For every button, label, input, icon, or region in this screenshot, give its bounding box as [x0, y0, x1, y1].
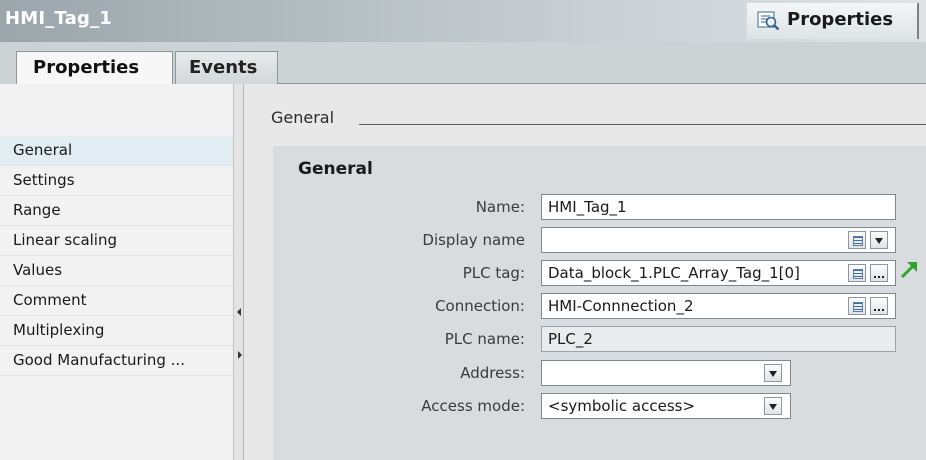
address-dropdown-arrow-icon[interactable] [764, 364, 782, 382]
sidebar-item-general[interactable]: General [0, 136, 233, 166]
access-mode-dropdown[interactable]: <symbolic access> [541, 393, 791, 419]
sidebar-splitter[interactable] [233, 84, 244, 460]
access-mode-value: <symbolic access> [548, 397, 696, 415]
address-dropdown[interactable] [541, 360, 791, 386]
general-group: General Name: HMI_Tag_1 Display name PLC… [273, 146, 926, 460]
sidebar-item-comment[interactable]: Comment [0, 286, 233, 316]
address-label: Address: [460, 364, 525, 382]
connection-list-icon[interactable] [848, 297, 866, 315]
inspector-title-bar: HMI_Tag_1 Properties [0, 0, 926, 42]
tab-strip: Properties Events [0, 42, 926, 84]
section-divider [359, 124, 926, 125]
properties-content: General General Name: HMI_Tag_1 Display … [244, 84, 926, 460]
display-name-input[interactable] [541, 227, 896, 253]
tab-events[interactable]: Events [175, 51, 278, 84]
access-mode-label: Access mode: [421, 397, 525, 415]
name-value: HMI_Tag_1 [548, 198, 627, 216]
sidebar-item-values[interactable]: Values [0, 256, 233, 286]
connection-input[interactable]: HMI-Connnection_2 [541, 293, 896, 319]
plc-tag-value: Data_block_1.PLC_Array_Tag_1[0] [548, 264, 800, 282]
name-input[interactable]: HMI_Tag_1 [541, 194, 896, 220]
collapse-left-arrow-icon[interactable] [237, 308, 241, 316]
plc-name-label: PLC name: [444, 330, 525, 348]
properties-view-button[interactable]: Properties [747, 3, 919, 39]
property-category-list: General Settings Range Linear scaling Va… [0, 84, 233, 460]
sidebar-item-settings[interactable]: Settings [0, 166, 233, 196]
sidebar-item-range[interactable]: Range [0, 196, 233, 226]
text-list-icon[interactable] [848, 231, 866, 249]
name-label: Name: [475, 198, 525, 216]
dropdown-arrow-icon[interactable] [870, 231, 888, 249]
plc-name-field: PLC_2 [541, 326, 896, 352]
go-to-plc-tag-arrow-icon[interactable] [899, 260, 919, 280]
expand-right-arrow-icon[interactable] [238, 351, 242, 359]
access-mode-dropdown-arrow-icon[interactable] [764, 397, 782, 415]
connection-label: Connection: [435, 297, 525, 315]
properties-button-label: Properties [787, 9, 894, 30]
tab-properties[interactable]: Properties [16, 51, 173, 84]
section-header: General [271, 108, 335, 127]
tag-list-icon[interactable] [848, 264, 866, 282]
browse-ellipsis-icon[interactable] [870, 264, 888, 282]
group-title: General [298, 159, 373, 179]
display-name-label: Display name [422, 231, 525, 249]
magnifier-properties-icon [757, 10, 781, 32]
connection-browse-ellipsis-icon[interactable] [870, 297, 888, 315]
window-title: HMI_Tag_1 [5, 8, 112, 29]
plc-tag-label: PLC tag: [462, 264, 525, 282]
sidebar-item-good-manufacturing[interactable]: Good Manufacturing ... [0, 346, 233, 376]
sidebar-item-linear-scaling[interactable]: Linear scaling [0, 226, 233, 256]
plc-name-value: PLC_2 [548, 330, 593, 348]
connection-value: HMI-Connnection_2 [548, 297, 694, 315]
plc-tag-input[interactable]: Data_block_1.PLC_Array_Tag_1[0] [541, 260, 896, 286]
sidebar-item-multiplexing[interactable]: Multiplexing [0, 316, 233, 346]
